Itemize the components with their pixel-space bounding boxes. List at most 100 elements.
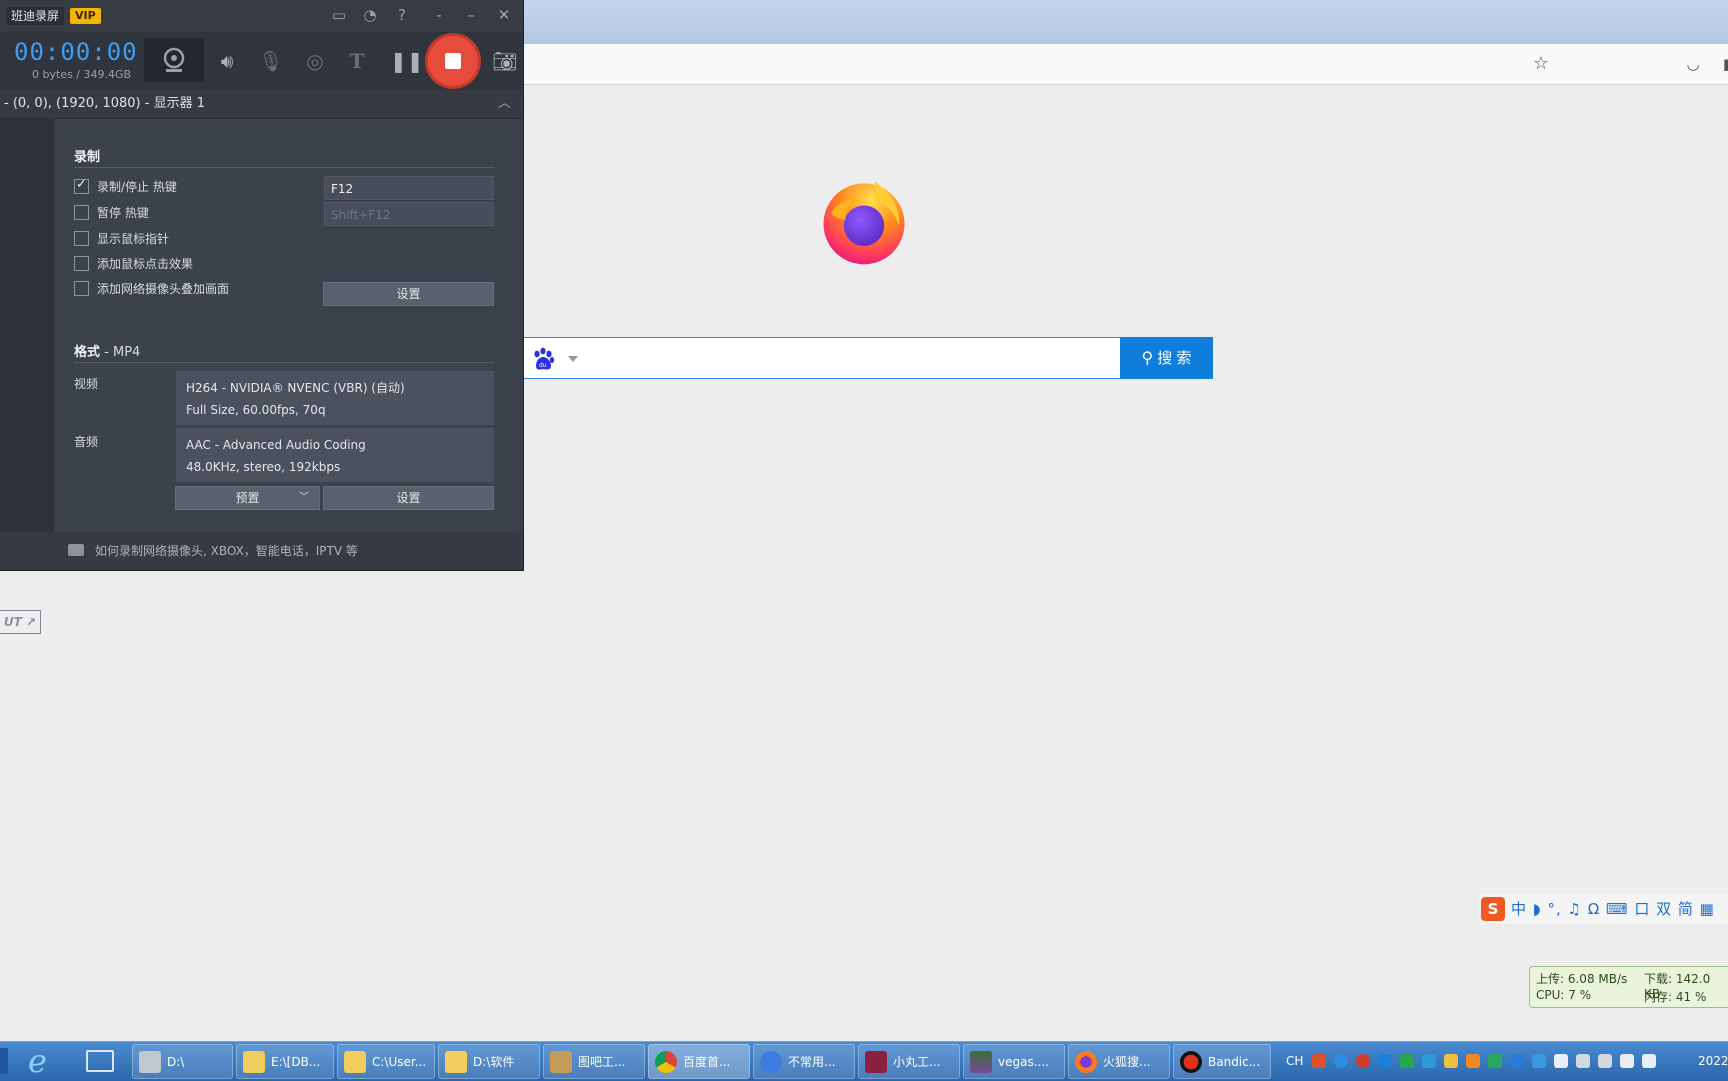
- taskbar-item-contacts[interactable]: 不常用...: [753, 1044, 855, 1079]
- display-tray-icon[interactable]: [1576, 1054, 1590, 1068]
- show-desktop-icon[interactable]: [86, 1050, 114, 1072]
- search-button[interactable]: ⚲ 搜 索: [1120, 337, 1213, 379]
- capture-target-bar[interactable]: - (0, 0), (1920, 1080) - 显示器 1 ︿: [0, 90, 523, 119]
- folder-icon[interactable]: ▭: [328, 4, 350, 26]
- sogou-logo-icon: S: [1481, 897, 1505, 921]
- minimize-icon[interactable]: -: [428, 4, 450, 26]
- extension-icon[interactable]: ▮: [1716, 53, 1728, 75]
- record-tray-icon[interactable]: [1356, 1054, 1370, 1068]
- taskbar-item-vegas[interactable]: vegas....: [963, 1044, 1065, 1079]
- shield-tray-icon[interactable]: [1466, 1054, 1480, 1068]
- record-timer: 00:00:00: [14, 38, 138, 66]
- baidu-paw-icon[interactable]: du: [530, 346, 556, 372]
- memory-usage: 内存: 41 %: [1644, 990, 1707, 1004]
- option-webcam-overlay[interactable]: 添加网络摄像头叠加画面: [74, 281, 229, 297]
- app-name: 班迪录屏: [6, 7, 65, 25]
- bookmark-star-icon[interactable]: ☆: [1530, 53, 1552, 75]
- speaker-icon[interactable]: 🔊︎: [214, 48, 240, 74]
- hotkey-field[interactable]: F12: [324, 176, 494, 200]
- chevron-down-icon: ﹀: [299, 492, 309, 503]
- star-tray-icon[interactable]: [1510, 1054, 1524, 1068]
- audio-label: 音频: [74, 435, 99, 449]
- taskbar-item-tuba[interactable]: 图吧工...: [543, 1044, 645, 1079]
- screenshot-camera-icon[interactable]: 📷︎: [492, 48, 518, 74]
- webcam-toggle[interactable]: [144, 38, 204, 82]
- checkbox[interactable]: [74, 231, 89, 246]
- winrar-icon: [970, 1051, 992, 1073]
- preset-button[interactable]: 预置 ﹀: [175, 486, 320, 510]
- taskbar-item-folder-c[interactable]: C:\User...: [337, 1044, 435, 1079]
- bandicam-icon: [1180, 1051, 1202, 1073]
- help-link[interactable]: 如何录制网络摄像头, XBOX，智能电话，IPTV 等: [95, 532, 358, 570]
- ime-items[interactable]: 中 ◗ °, ♫ Ω ⌨ 口 双 简 ▦: [1511, 894, 1715, 924]
- vip-badge[interactable]: VIP: [70, 8, 101, 24]
- chat-icon: [68, 544, 84, 556]
- taskbar-item-xiaowan[interactable]: 小丸工...: [858, 1044, 960, 1079]
- taskbar-item-drive-d[interactable]: D:\: [132, 1044, 233, 1079]
- cursor-click-icon[interactable]: ◎: [302, 48, 328, 74]
- taskbar: e D:\ E:\[DB... C:\User... D:\软件 图吧工... …: [0, 1041, 1728, 1081]
- checkbox-checked[interactable]: [74, 177, 89, 194]
- option-pause[interactable]: 暂停 热键: [74, 205, 149, 221]
- language-indicator[interactable]: CH: [1286, 1042, 1303, 1081]
- chart-tray-icon[interactable]: [1400, 1054, 1414, 1068]
- ie-icon[interactable]: e: [28, 1045, 62, 1079]
- help-icon[interactable]: ?: [391, 4, 413, 26]
- sogou-tray-icon[interactable]: [1312, 1054, 1326, 1068]
- signal-tray-icon[interactable]: [1620, 1054, 1634, 1068]
- engine-dropdown-icon[interactable]: [568, 356, 578, 362]
- clipboard-tray-icon[interactable]: [1598, 1054, 1612, 1068]
- pocket-icon[interactable]: ◡: [1682, 53, 1704, 75]
- bandicam-titlebar: 班迪录屏 VIP ▭ ◔ ? - – ✕: [0, 0, 523, 32]
- taskbar-item-firefox[interactable]: 火狐搜...: [1068, 1044, 1170, 1079]
- option-show-cursor[interactable]: 显示鼠标指针: [74, 231, 169, 247]
- taskbar-item-chrome[interactable]: 百度首...: [648, 1044, 750, 1079]
- audio-codec-info[interactable]: AAC - Advanced Audio Coding 48.0KHz, ste…: [176, 428, 494, 482]
- pause-icon[interactable]: ❚❚: [390, 48, 424, 74]
- clock-icon[interactable]: ◔: [359, 4, 381, 26]
- taskbar-item-folder-e[interactable]: E:\[DB...: [236, 1044, 334, 1079]
- vpn-tray-icon[interactable]: [1378, 1054, 1392, 1068]
- sync-tray-icon[interactable]: [1422, 1054, 1436, 1068]
- taskbar-item-bandicam[interactable]: Bandic...: [1173, 1044, 1271, 1079]
- folder-icon: [445, 1051, 467, 1073]
- minimize-tray-icon[interactable]: –: [460, 4, 482, 26]
- sidebar-shortcut-button[interactable]: UT ↗: [0, 610, 41, 634]
- upload-speed: 上传: 6.08 MB/s: [1536, 972, 1628, 986]
- search-input[interactable]: du: [523, 337, 1120, 379]
- format-settings-button[interactable]: 设置: [323, 486, 494, 510]
- bluetooth-tray-icon[interactable]: [1554, 1054, 1568, 1068]
- taskbar-item-folder-software[interactable]: D:\软件: [438, 1044, 540, 1079]
- ime-toolbar[interactable]: S 中 ◗ °, ♫ Ω ⌨ 口 双 简 ▦: [1479, 894, 1728, 924]
- text-overlay-icon[interactable]: T: [344, 48, 370, 74]
- help-footer[interactable]: 如何录制网络摄像头, XBOX，智能电话，IPTV 等: [0, 532, 523, 570]
- close-icon[interactable]: ✕: [493, 4, 515, 26]
- capture-target-text: - (0, 0), (1920, 1080) - 显示器 1: [4, 96, 205, 111]
- folder-icon: [243, 1051, 265, 1073]
- firefox-logo: [823, 181, 905, 265]
- checkbox[interactable]: [74, 256, 89, 271]
- option-click-effect[interactable]: 添加鼠标点击效果: [74, 256, 193, 272]
- cpu-usage: CPU: 7 %: [1536, 988, 1592, 1002]
- contacts-icon: [760, 1051, 782, 1073]
- video-codec-info[interactable]: H264 - NVIDIA® NVENC (VBR) (自动) Full Siz…: [176, 371, 494, 425]
- flag-tray-icon[interactable]: [1532, 1054, 1546, 1068]
- stop-record-button[interactable]: [428, 36, 478, 86]
- drive-icon: [139, 1051, 161, 1073]
- baidu-search: du ⚲ 搜 索: [523, 337, 1213, 379]
- svg-text:du: du: [539, 362, 547, 369]
- usb-tray-icon[interactable]: [1444, 1054, 1458, 1068]
- volume-tray-icon[interactable]: [1642, 1054, 1656, 1068]
- bandicam-window: 班迪录屏 VIP ▭ ◔ ? - – ✕ 00:00:00 0 bytes / …: [0, 0, 524, 634]
- network-tray-icon[interactable]: [1334, 1054, 1348, 1068]
- record-settings-button[interactable]: 设置: [323, 282, 494, 306]
- bandicam-sidebar: UT ↗: [0, 119, 54, 634]
- microphone-icon[interactable]: 🎙︎: [258, 48, 284, 74]
- checkbox[interactable]: [74, 205, 89, 220]
- option-hotkey[interactable]: 录制/停止 热键: [74, 177, 177, 195]
- clock[interactable]: 2022: [1698, 1042, 1728, 1081]
- security-tray-icon[interactable]: [1488, 1054, 1502, 1068]
- checkbox[interactable]: [74, 281, 89, 296]
- start-edge[interactable]: [0, 1048, 8, 1074]
- collapse-chevron-icon[interactable]: ︿: [498, 90, 511, 118]
